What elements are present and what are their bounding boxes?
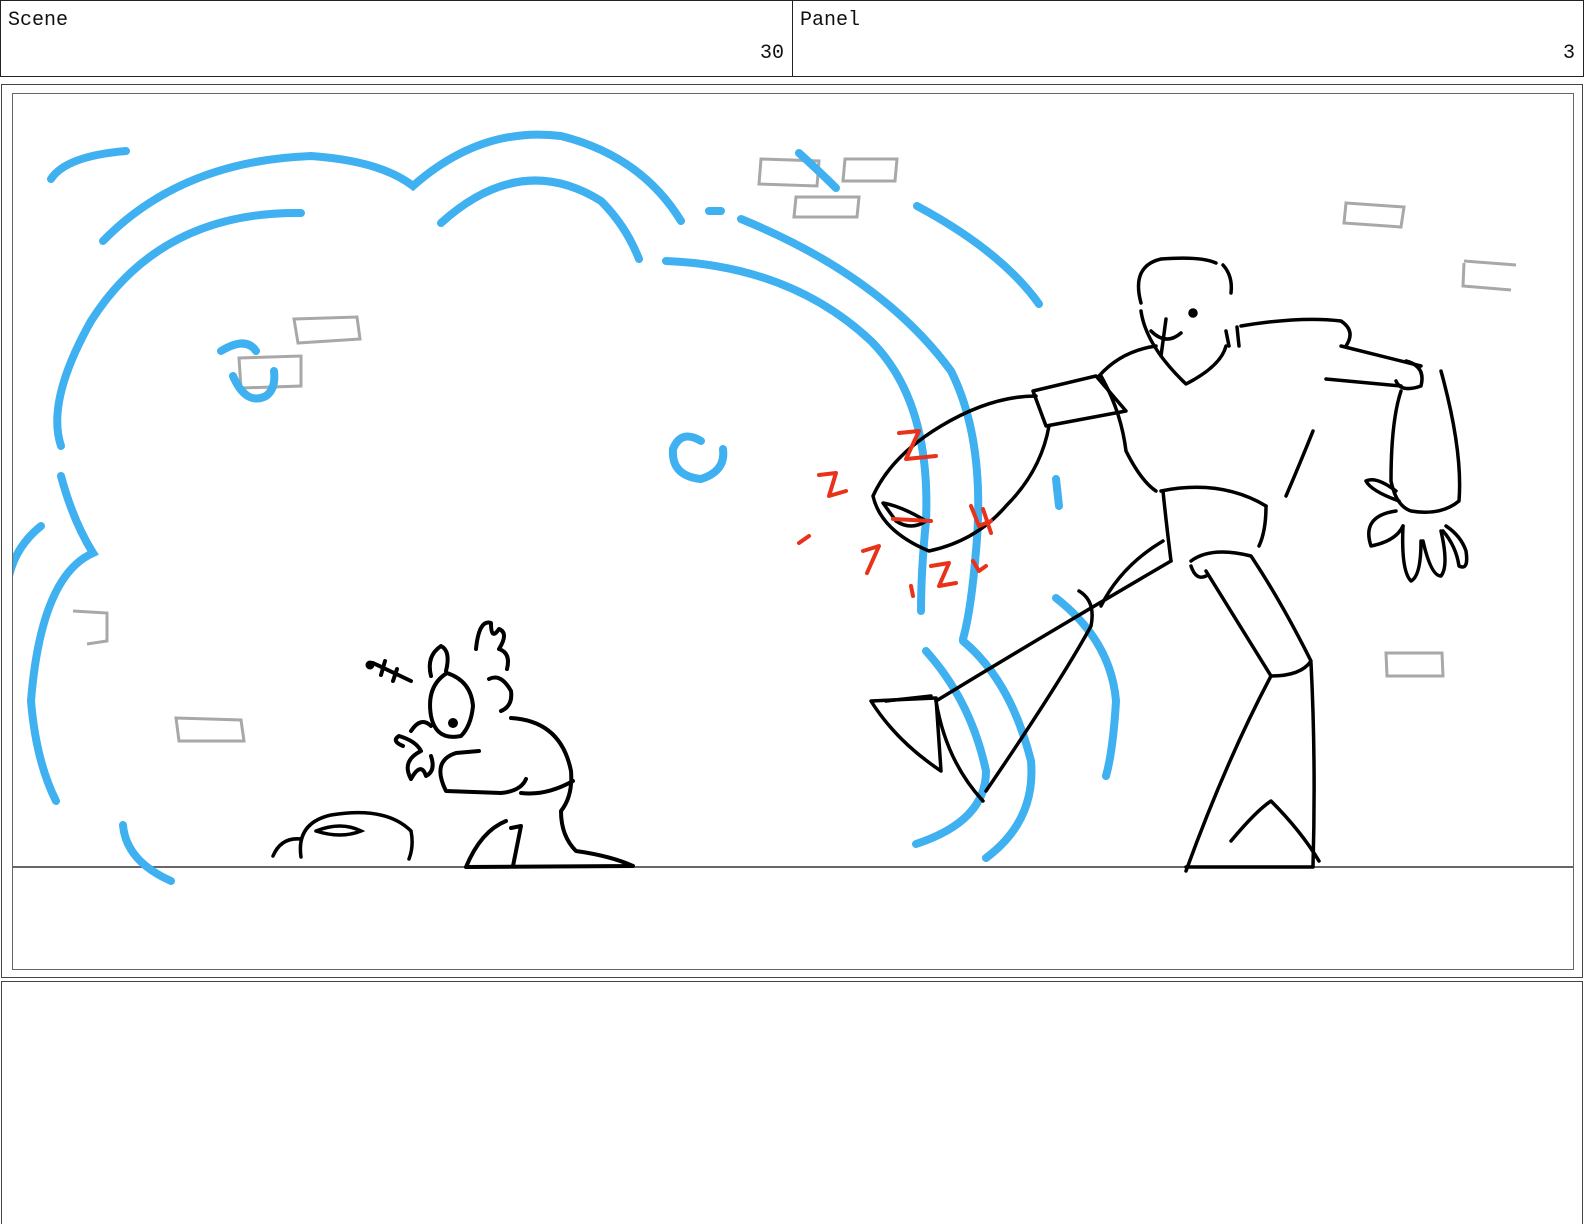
notes-area[interactable] bbox=[1, 981, 1583, 1224]
panel-label: Panel bbox=[800, 9, 861, 32]
smoke-cloud bbox=[13, 130, 1121, 885]
scene-label: Scene bbox=[8, 9, 69, 32]
kneeling-character bbox=[365, 620, 635, 869]
scene-header-cell: Scene 30 bbox=[0, 0, 793, 77]
drawing-area[interactable] bbox=[12, 93, 1574, 970]
dropped-helmet bbox=[271, 810, 414, 861]
storyboard-sketch bbox=[13, 130, 1573, 885]
impact-marks bbox=[797, 429, 993, 598]
panel-number[interactable]: 3 bbox=[1563, 42, 1575, 65]
scene-number[interactable]: 30 bbox=[760, 42, 784, 65]
robot-figure bbox=[869, 256, 1469, 873]
panel-header-cell: Panel 3 bbox=[792, 0, 1584, 77]
